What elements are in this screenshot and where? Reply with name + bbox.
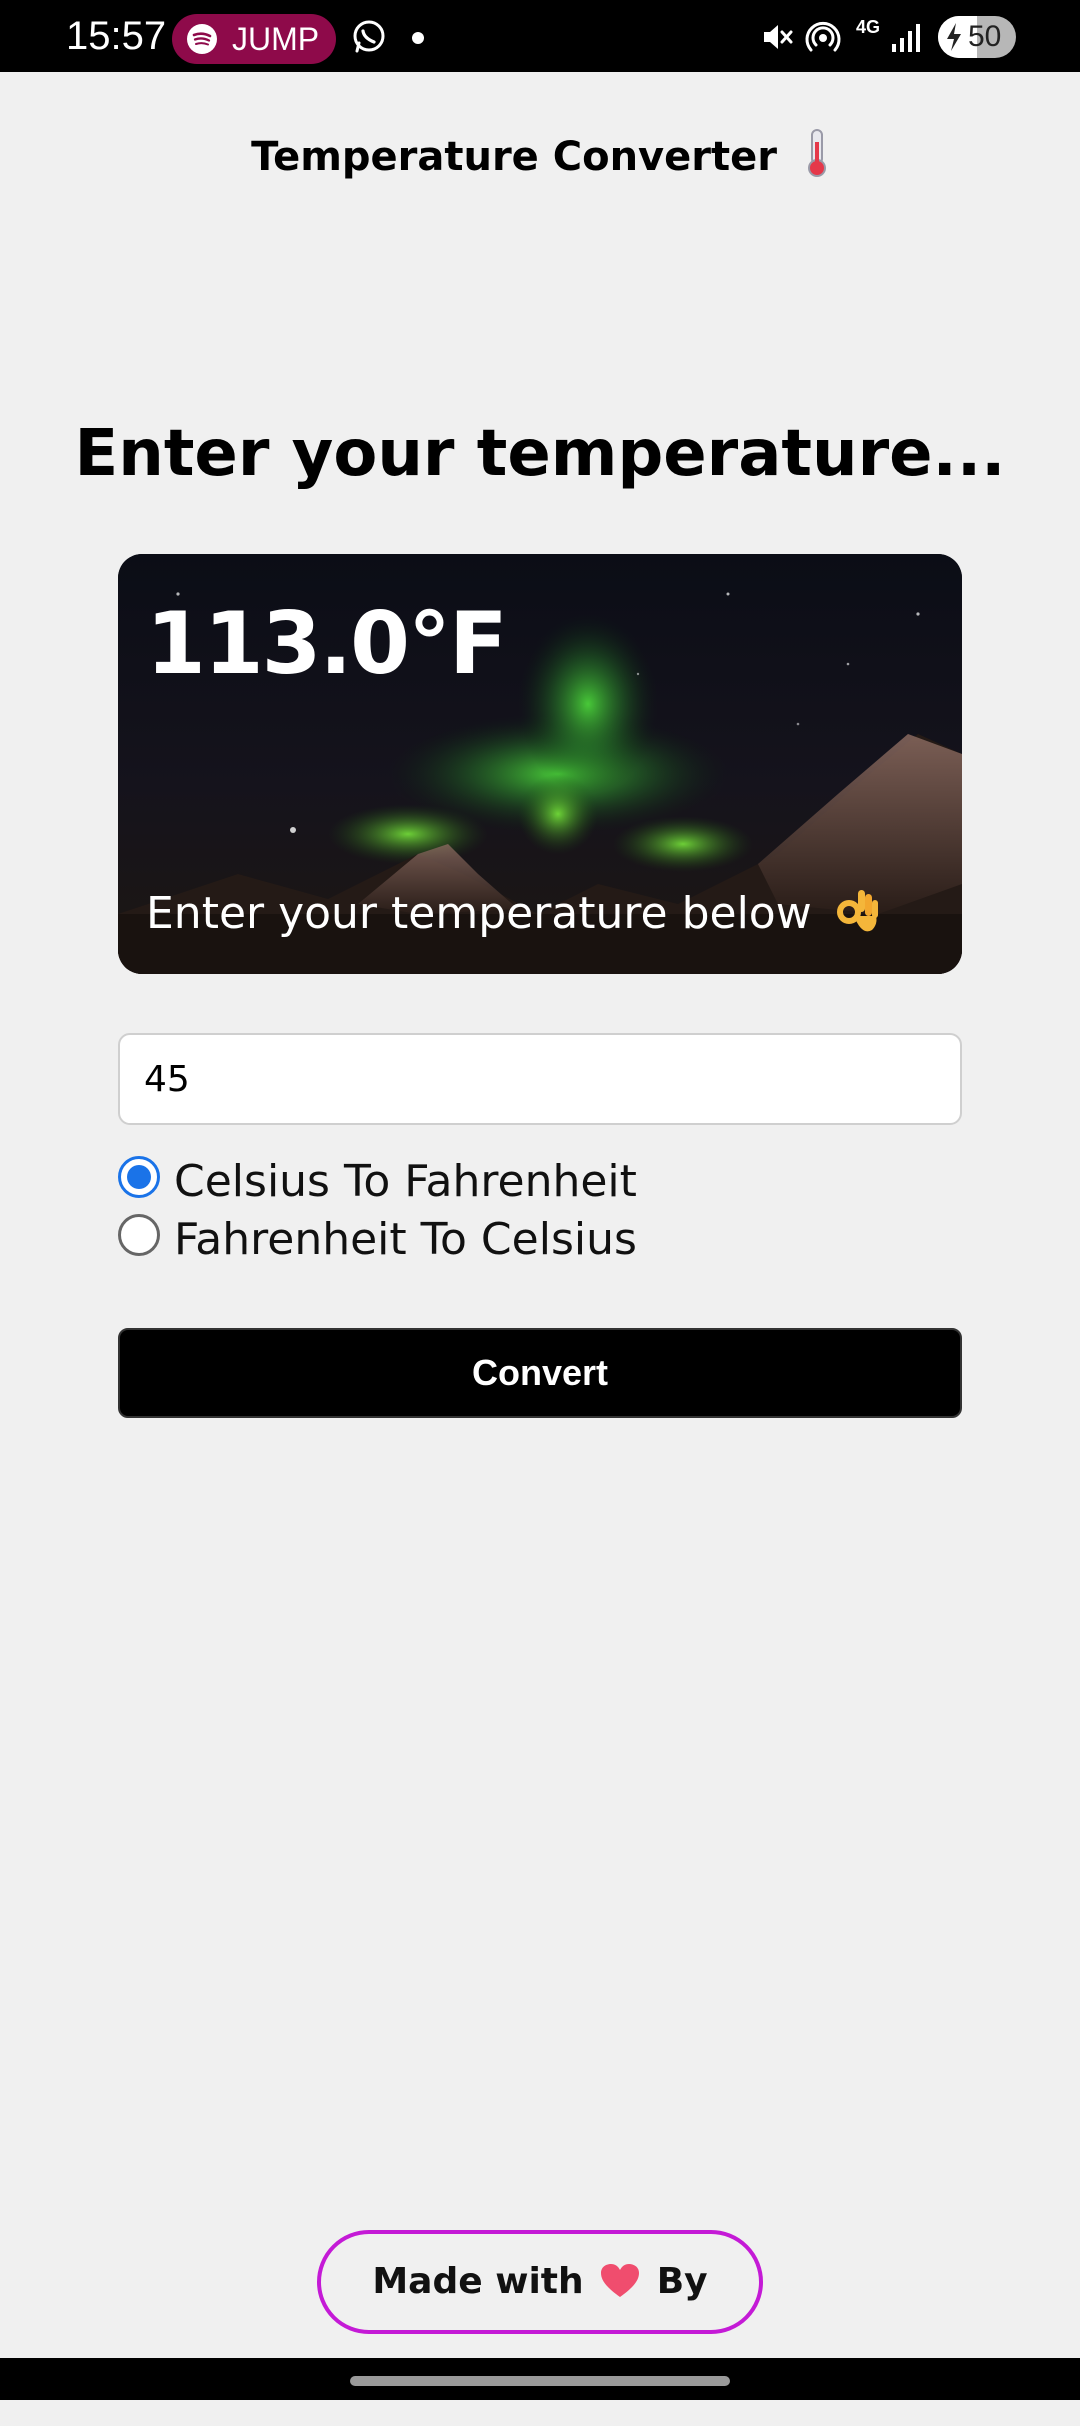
heart-icon <box>601 2264 640 2297</box>
whatsapp-icon <box>353 20 385 53</box>
status-bar: 15:57 JUMP 4G 50 <box>0 0 1080 72</box>
network-type: 4G <box>856 17 881 37</box>
footer-badge: Made with By Demi <box>317 2230 763 2398</box>
option-celsius-to-fahrenheit[interactable]: Celsius To Fahrenheit <box>118 1154 818 1210</box>
app-title: Temperature Converter <box>0 128 1080 185</box>
home-indicator[interactable] <box>350 2376 730 2386</box>
thermometer-icon <box>807 129 826 177</box>
app-title-text: Temperature Converter <box>251 134 777 180</box>
status-time: 15:57 <box>66 14 167 58</box>
section-heading: Enter your temperature... <box>74 417 1006 491</box>
charging-bolt-icon <box>947 23 961 51</box>
mute-icon <box>764 25 793 49</box>
option-label: Fahrenheit To Celsius <box>174 1214 637 1265</box>
battery-level: 50 <box>968 20 1002 53</box>
hero-caption: Enter your temperature below <box>146 886 880 942</box>
ok-hand-icon <box>836 890 878 932</box>
radio-button[interactable] <box>118 1214 160 1256</box>
spotify-icon <box>187 24 217 54</box>
media-pill-label: JUMP <box>232 21 320 57</box>
radio-button-checked[interactable] <box>118 1156 160 1198</box>
converted-result: 113.0°F <box>146 594 508 694</box>
hotspot-icon <box>805 21 841 52</box>
notification-dot <box>412 32 424 44</box>
option-fahrenheit-to-celsius[interactable]: Fahrenheit To Celsius <box>118 1212 818 1268</box>
convert-button[interactable]: Convert <box>118 1328 962 1418</box>
battery-indicator: 50 <box>938 16 1016 58</box>
temperature-input[interactable] <box>118 1033 962 1125</box>
footer-prefix: Made with <box>372 2261 584 2302</box>
option-label: Celsius To Fahrenheit <box>174 1156 637 1207</box>
result-card: 113.0°F Enter your temperature below <box>118 554 962 974</box>
navigation-bar <box>0 2358 1080 2400</box>
media-pill[interactable]: JUMP <box>172 14 336 64</box>
signal-icon <box>892 24 920 52</box>
hero-caption-text: Enter your temperature below <box>146 888 812 939</box>
